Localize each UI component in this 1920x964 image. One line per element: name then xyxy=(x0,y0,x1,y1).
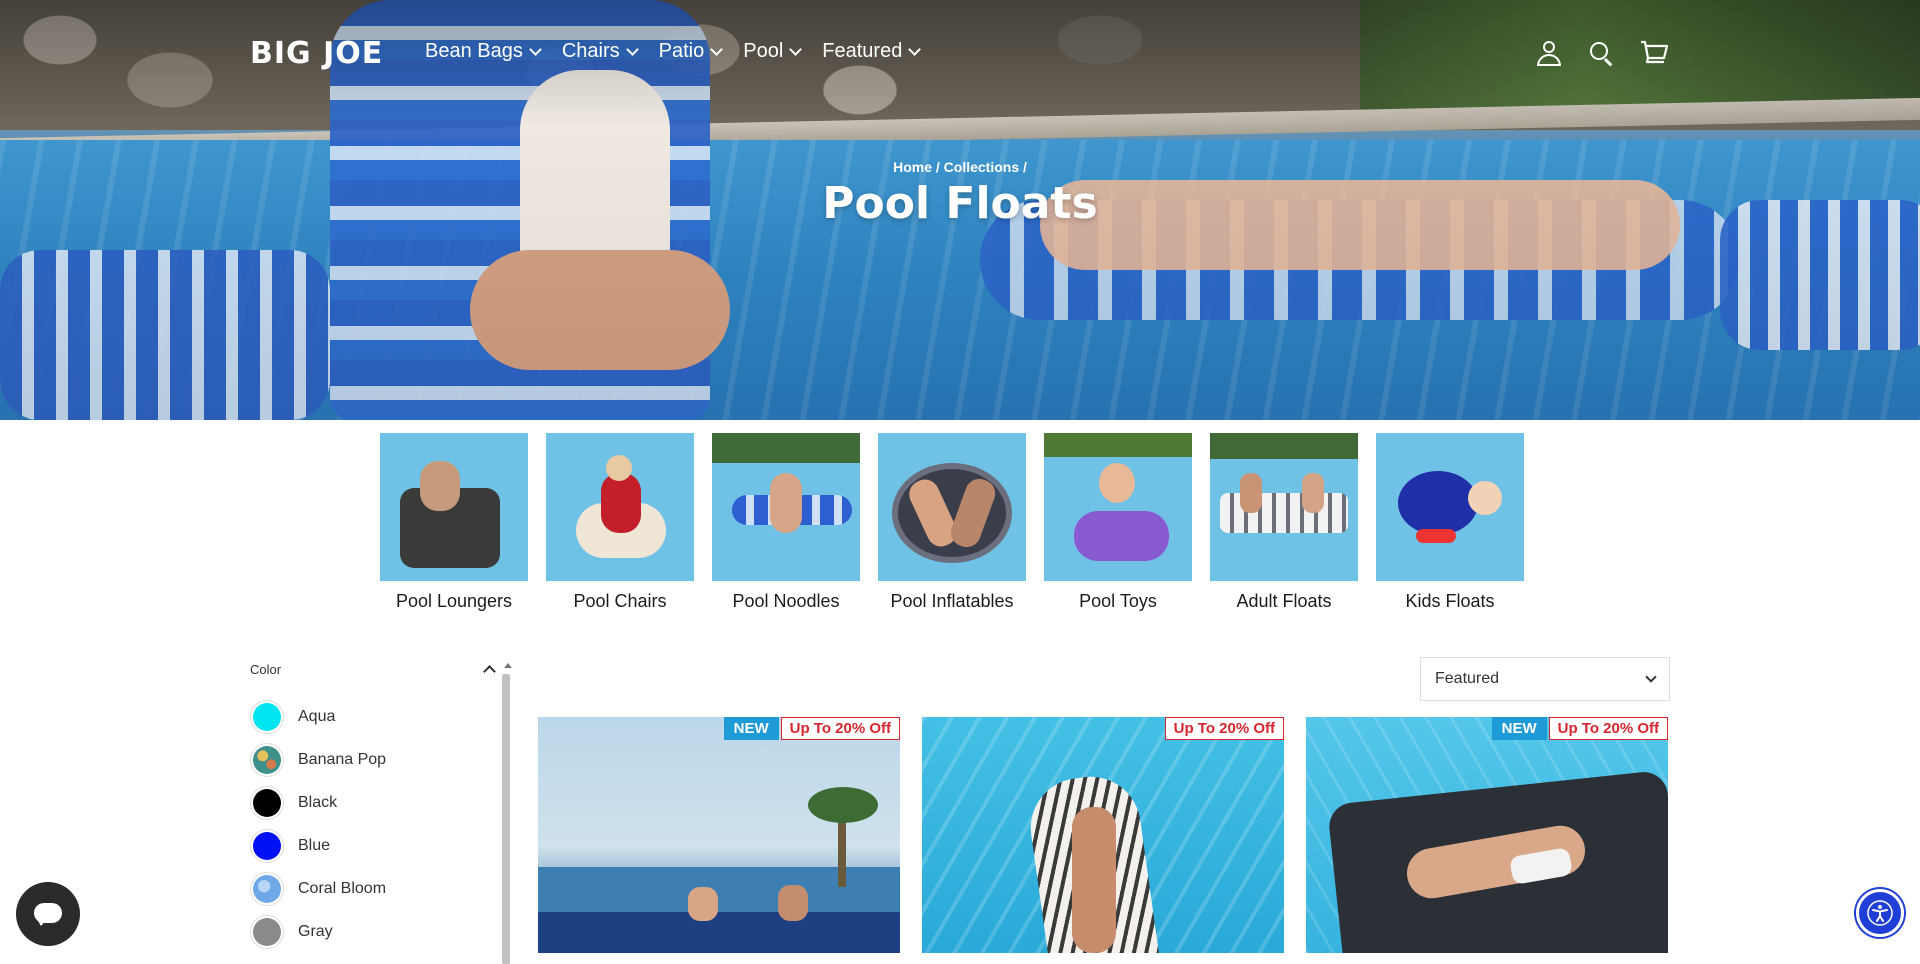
scroll-up-icon[interactable] xyxy=(504,663,512,668)
breadcrumb-separator: / xyxy=(1023,159,1027,175)
chevron-down-icon xyxy=(710,43,724,56)
color-option-coral-bloom[interactable]: Coral Bloom xyxy=(250,867,500,910)
accessibility-button[interactable] xyxy=(1856,889,1904,937)
color-swatch xyxy=(250,871,284,906)
main-nav: Bean Bags Chairs Patio Pool Featured xyxy=(425,40,922,63)
category-image xyxy=(1376,433,1524,581)
nav-item-label: Pool xyxy=(743,40,784,62)
color-label: Coral Bloom xyxy=(298,879,387,897)
color-label: Blue xyxy=(298,836,331,854)
breadcrumb-separator: / xyxy=(935,159,940,175)
scrollbar-thumb[interactable] xyxy=(502,674,510,964)
logo[interactable]: BIG JOE xyxy=(250,36,383,71)
product-card[interactable]: Up To 20% Off xyxy=(922,717,1284,953)
category-pool-inflatables[interactable]: Pool Inflatables xyxy=(878,433,1026,612)
sale-badge: Up To 20% Off xyxy=(780,717,900,740)
category-label: Pool Toys xyxy=(1079,591,1157,611)
category-kids-floats[interactable]: Kids Floats xyxy=(1376,433,1524,612)
category-pool-chairs[interactable]: Pool Chairs xyxy=(546,433,694,612)
category-image xyxy=(1210,433,1358,581)
chat-button[interactable] xyxy=(16,882,80,946)
color-label: Aqua xyxy=(298,707,336,725)
nav-item-label: Bean Bags xyxy=(425,40,523,62)
page-title: Pool Floats xyxy=(822,178,1098,229)
nav-item-label: Chairs xyxy=(561,40,620,62)
category-pool-loungers[interactable]: Pool Loungers xyxy=(380,433,528,612)
filter-color-header[interactable]: Color xyxy=(250,662,500,678)
product-badges: NEW Up To 20% Off xyxy=(1491,717,1668,740)
filter-scrollbar[interactable] xyxy=(502,663,514,964)
header-actions xyxy=(1536,40,1669,67)
filter-heading: Color xyxy=(250,662,282,677)
breadcrumb-collections[interactable]: Collections xyxy=(944,159,1019,175)
nav-item-label: Patio xyxy=(658,40,705,62)
color-label: Banana Pop xyxy=(298,750,387,768)
category-label: Pool Chairs xyxy=(573,591,667,611)
nav-item-featured[interactable]: Featured xyxy=(822,40,922,63)
breadcrumb-home[interactable]: Home xyxy=(893,159,932,175)
category-label: Kids Floats xyxy=(1405,591,1495,611)
chevron-down-icon xyxy=(908,43,922,56)
category-label: Pool Loungers xyxy=(395,591,513,611)
new-badge: NEW xyxy=(723,717,779,740)
color-option-black[interactable]: Black xyxy=(250,781,500,824)
chevron-up-icon xyxy=(483,665,496,678)
color-option-gray[interactable]: Gray xyxy=(250,910,500,953)
color-swatch xyxy=(250,914,284,949)
nav-item-bean-bags[interactable]: Bean Bags xyxy=(425,40,542,63)
chevron-down-icon xyxy=(1645,671,1657,683)
product-card[interactable]: NEW Up To 20% Off xyxy=(538,717,900,953)
product-card[interactable]: NEW Up To 20% Off xyxy=(1306,717,1668,953)
category-strip: Pool Loungers Pool Chairs Pool Noodles P… xyxy=(380,433,1524,612)
sale-badge: Up To 20% Off xyxy=(1548,717,1668,740)
filter-sidebar: Color Aqua Banana Pop Black Blue Coral B… xyxy=(250,662,500,953)
category-label: Pool Noodles xyxy=(732,591,840,611)
breadcrumb: Home / Collections / xyxy=(0,159,1920,175)
category-pool-noodles[interactable]: Pool Noodles xyxy=(712,433,860,612)
product-badges: Up To 20% Off xyxy=(1164,717,1284,740)
chevron-down-icon xyxy=(528,43,542,56)
category-image xyxy=(878,433,1026,581)
product-badges: NEW Up To 20% Off xyxy=(723,717,900,740)
color-swatch xyxy=(250,785,284,820)
category-pool-toys[interactable]: Pool Toys xyxy=(1044,433,1192,612)
site-header: BIG JOE Bean Bags Chairs Patio Pool Feat… xyxy=(0,0,1920,108)
color-option-aqua[interactable]: Aqua xyxy=(250,695,500,738)
cart-icon[interactable] xyxy=(1640,40,1669,66)
account-icon[interactable] xyxy=(1536,40,1562,66)
chevron-down-icon xyxy=(625,43,639,56)
color-swatch-list: Aqua Banana Pop Black Blue Coral Bloom G… xyxy=(250,695,500,953)
color-swatch xyxy=(250,828,284,863)
chevron-down-icon xyxy=(789,43,803,56)
category-label: Pool Inflatables xyxy=(890,591,1014,611)
color-swatch xyxy=(250,699,284,734)
color-swatch xyxy=(250,742,284,777)
color-option-banana-pop[interactable]: Banana Pop xyxy=(250,738,500,781)
accessibility-icon xyxy=(1867,900,1893,926)
category-image xyxy=(1044,433,1192,581)
nav-item-patio[interactable]: Patio xyxy=(658,40,724,63)
nav-item-chairs[interactable]: Chairs xyxy=(561,40,639,63)
category-adult-floats[interactable]: Adult Floats xyxy=(1210,433,1358,612)
color-label: Black xyxy=(298,793,338,811)
color-label: Gray xyxy=(298,922,333,940)
nav-item-pool[interactable]: Pool xyxy=(743,40,803,63)
sort-select[interactable]: Featured xyxy=(1420,657,1670,701)
category-image xyxy=(712,433,860,581)
new-badge: NEW xyxy=(1491,717,1547,740)
search-icon[interactable] xyxy=(1588,40,1614,67)
color-option-blue[interactable]: Blue xyxy=(250,824,500,867)
category-image xyxy=(546,433,694,581)
sort-selected-value: Featured xyxy=(1435,670,1500,687)
nav-item-label: Featured xyxy=(822,40,903,62)
category-label: Adult Floats xyxy=(1236,591,1332,611)
sale-badge: Up To 20% Off xyxy=(1164,717,1284,740)
category-image xyxy=(380,433,528,581)
product-grid: NEW Up To 20% Off Up To 20% Off NEW Up T… xyxy=(538,717,1668,953)
